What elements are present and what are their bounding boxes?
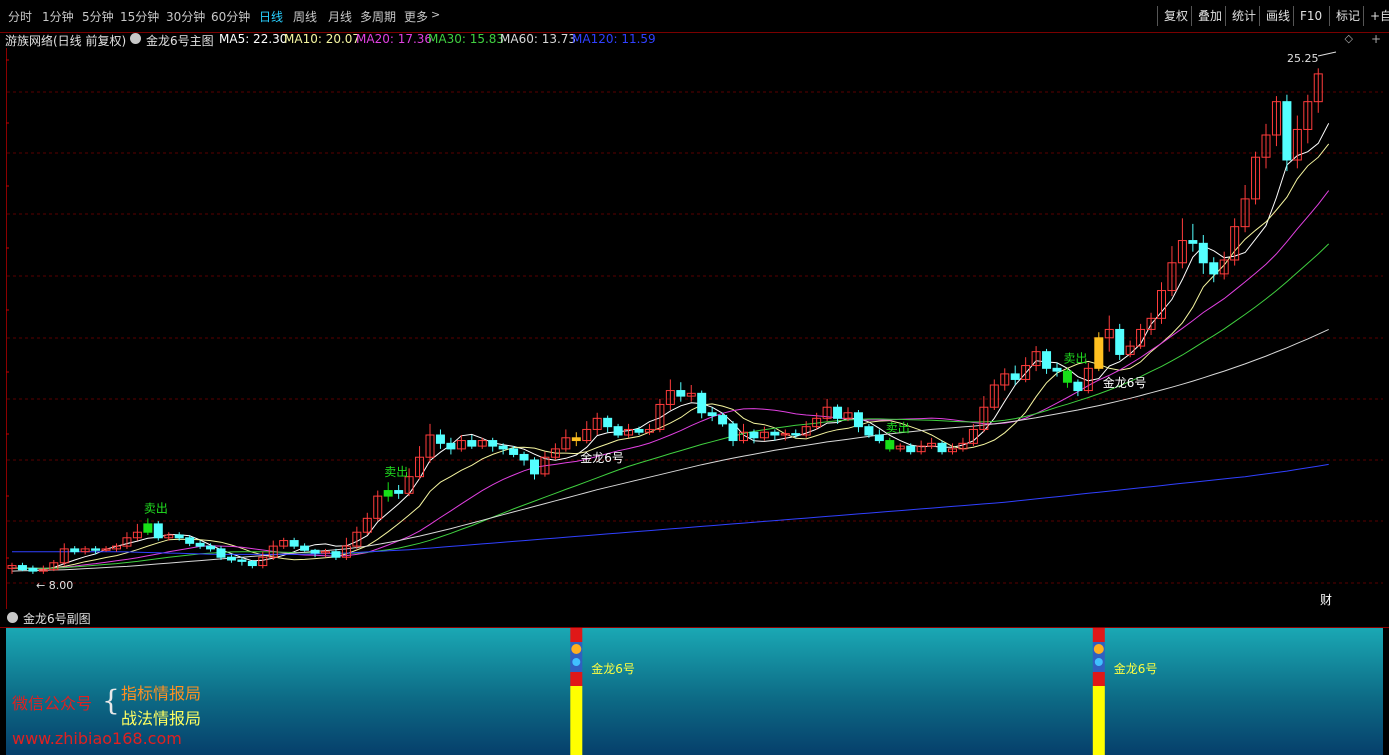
sub-signal-bar-0 <box>570 628 583 755</box>
wechat-label: 微信公众号 <box>12 694 93 713</box>
sub-chart-svg: 金龙6号 金龙6号 <box>570 628 1158 755</box>
website-link[interactable]: www.zhibiao168.com <box>12 729 182 748</box>
promo-line2: 战法情报局 <box>121 709 202 728</box>
brace-symbol: { <box>102 684 120 717</box>
promo-line1: 指标情报局 <box>121 684 202 703</box>
sub-signal-label-1: 金龙6号 <box>1114 661 1158 676</box>
sub-signal-label-0: 金龙6号 <box>591 661 635 676</box>
sub-signal-bar-1 <box>1092 628 1105 755</box>
